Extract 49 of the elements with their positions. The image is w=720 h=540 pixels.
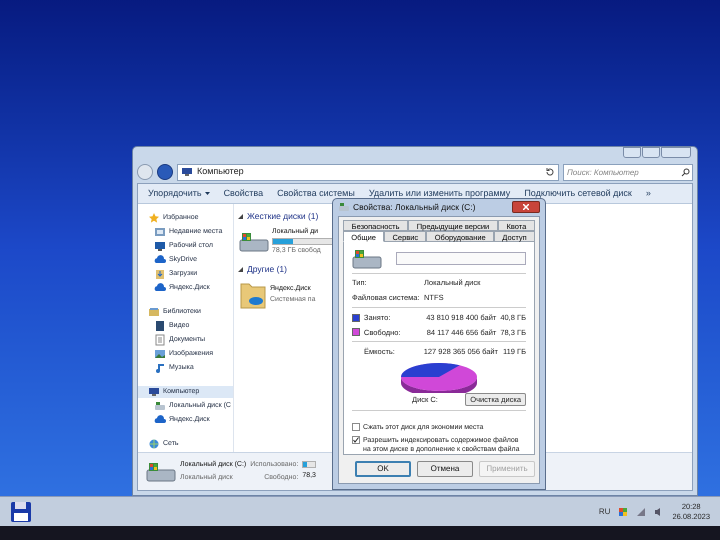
toolbar-button[interactable]: Свойства системы [277,186,355,200]
minimize-button[interactable] [623,147,641,158]
checkbox[interactable] [352,436,360,444]
toolbar-button[interactable]: Подключить сетевой диск [524,186,632,200]
breadcrumb[interactable]: Компьютер [197,165,244,179]
flag-icon[interactable] [618,506,628,516]
expand-arrow-icon[interactable] [237,266,244,273]
address-bar[interactable]: Компьютер [177,164,559,180]
hard-drive-icon [146,460,176,482]
drive-icon [154,400,166,412]
toolbar-button[interactable]: Свойства [224,186,264,200]
cloud-icon [154,254,166,266]
organize-menu-button[interactable]: Упорядочить [148,186,210,200]
computer-icon [148,386,160,398]
checkbox[interactable] [352,423,360,431]
recent-places-icon [154,226,166,238]
picture-icon [154,348,166,360]
video-icon [154,320,166,332]
caret-icon [204,192,210,195]
desktop-icon [154,240,166,252]
cloud-icon [154,414,166,426]
hard-drive-icon [239,230,269,253]
computer-icon [181,166,193,178]
toolbar-button[interactable]: Удалить или изменить программу [368,186,510,200]
music-note-icon [154,362,166,374]
cloud-icon [154,282,166,294]
drive-icon [338,201,350,214]
star-icon [148,212,160,224]
close-icon [523,204,529,210]
close-button[interactable] [512,201,540,214]
forward-button[interactable] [157,164,173,180]
name-field[interactable] [396,252,526,266]
more-commands-button[interactable]: » [646,186,651,200]
downloads-folder-icon [154,268,166,280]
language-indicator[interactable]: RU [598,506,610,518]
dialog-button[interactable]: OK [355,461,411,477]
maximize-button[interactable] [642,147,660,158]
expand-arrow-icon[interactable] [237,212,244,220]
hard-drive-icon [352,248,382,270]
document-icon [154,334,166,346]
refresh-icon[interactable] [545,167,555,177]
library-icon [148,306,160,318]
dialog-button[interactable]: Отмена [417,461,473,477]
search-field[interactable]: Поиск: Компьютер [563,164,693,180]
group-header[interactable]: Другие (1) [247,262,287,276]
checkmark-icon [353,437,359,443]
group-header[interactable]: Жесткие диски (1) [247,210,318,223]
dialog-title: Свойства: Локальный диск (C:) [353,201,476,214]
search-icon [681,168,690,176]
